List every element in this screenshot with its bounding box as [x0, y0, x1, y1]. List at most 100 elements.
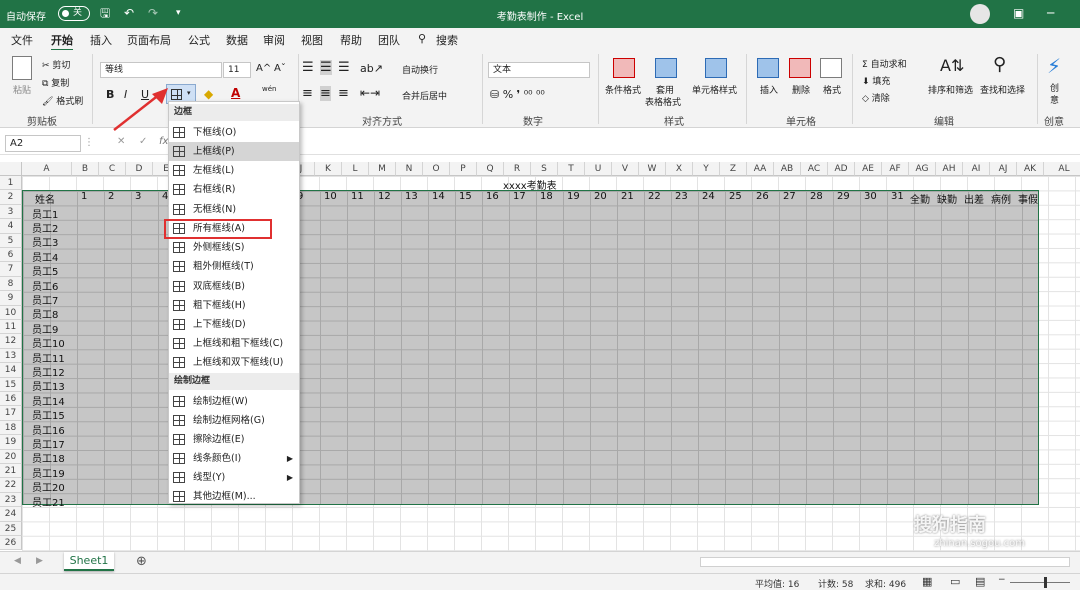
sheet-title[interactable]: xxxx考勤表: [503, 177, 557, 192]
menu-item-line-style[interactable]: 线型(Y) ▶: [169, 468, 299, 487]
day-header[interactable]: 17: [513, 191, 526, 202]
delete-cells-icon[interactable]: [789, 58, 811, 78]
font-size-select[interactable]: 11: [223, 62, 251, 78]
row-header[interactable]: 14: [0, 363, 22, 378]
font-name-select[interactable]: 等线: [100, 62, 222, 78]
font-color-icon[interactable]: A: [231, 86, 240, 100]
zoom-slider[interactable]: [1010, 582, 1070, 583]
summary-header[interactable]: 全勤: [910, 191, 930, 206]
tab-view[interactable]: 视图: [301, 32, 323, 48]
align-bottom-icon[interactable]: ☰: [338, 60, 350, 75]
menu-item-more-borders[interactable]: 其他边框(M)...: [169, 487, 299, 506]
employee-name-cell[interactable]: 员工12: [32, 364, 65, 379]
row-header[interactable]: 15: [0, 377, 22, 392]
day-header[interactable]: 19: [567, 191, 580, 202]
row-header[interactable]: 18: [0, 420, 22, 436]
insert-cells-icon[interactable]: [757, 58, 779, 78]
format-table-icon[interactable]: [655, 58, 677, 78]
day-header[interactable]: 22: [648, 191, 661, 202]
menu-item-no-border[interactable]: 无框线(N): [169, 200, 299, 219]
normal-view-icon[interactable]: ▦: [922, 575, 932, 588]
tab-page-layout[interactable]: 页面布局: [127, 32, 171, 48]
column-header[interactable]: AE: [855, 162, 882, 176]
row-header[interactable]: 9: [0, 291, 22, 306]
find-select-icon[interactable]: ⚲: [993, 54, 1006, 75]
employee-name-cell[interactable]: 员工19: [32, 465, 65, 480]
conditional-format-button[interactable]: 条件格式: [605, 83, 641, 96]
row-header[interactable]: 1: [0, 176, 22, 191]
wrap-text-button[interactable]: 自动换行: [402, 63, 438, 76]
column-header[interactable]: AB: [774, 162, 801, 176]
cancel-icon[interactable]: ✕: [117, 136, 125, 147]
number-format-select[interactable]: 文本: [488, 62, 590, 78]
employee-name-cell[interactable]: 员工14: [32, 393, 65, 408]
currency-icon[interactable]: ⛁ % ❜ ⁰⁰ ⁰⁰: [490, 88, 545, 101]
day-header[interactable]: 28: [810, 191, 823, 202]
column-header[interactable]: C: [99, 162, 126, 176]
column-header[interactable]: AC: [801, 162, 828, 176]
day-header[interactable]: 16: [486, 191, 499, 202]
column-header[interactable]: AK: [1017, 162, 1044, 176]
row-header[interactable]: 25: [0, 521, 22, 536]
autosum-button[interactable]: Σ 自动求和: [862, 57, 907, 70]
column-header[interactable]: B: [72, 162, 99, 176]
employee-name-cell[interactable]: 员工16: [32, 422, 65, 437]
sort-filter-button[interactable]: 排序和筛选: [928, 83, 973, 96]
day-header[interactable]: 10: [324, 191, 337, 202]
employee-name-cell[interactable]: 员工1: [32, 206, 58, 221]
column-header[interactable]: T: [558, 162, 585, 176]
delete-cells-button[interactable]: 删除: [792, 83, 810, 96]
row-header[interactable]: 17: [0, 406, 22, 421]
row-header[interactable]: 4: [0, 219, 22, 234]
align-middle-icon[interactable]: ☰: [320, 60, 332, 75]
paste-icon[interactable]: [12, 56, 32, 80]
day-header[interactable]: 29: [837, 191, 850, 202]
minimize-icon[interactable]: ─: [1047, 6, 1054, 20]
copy-button[interactable]: ⧉ 复制: [42, 76, 69, 89]
column-header[interactable]: N: [396, 162, 423, 176]
tab-data[interactable]: 数据: [226, 32, 248, 48]
row-header[interactable]: 5: [0, 233, 22, 248]
orientation-icon[interactable]: ab↗: [360, 62, 383, 75]
employee-name-cell[interactable]: 员工21: [32, 494, 65, 509]
column-header[interactable]: O: [423, 162, 450, 176]
tab-home[interactable]: 开始: [51, 32, 73, 51]
employee-name-cell[interactable]: 员工10: [32, 335, 65, 350]
merge-center-button[interactable]: 合并后居中: [402, 89, 447, 102]
phonetic-button[interactable]: wén: [262, 85, 276, 93]
day-header[interactable]: 31: [891, 191, 904, 202]
row-header[interactable]: 6: [0, 248, 22, 263]
employee-name-cell[interactable]: 员工11: [32, 350, 65, 365]
day-header[interactable]: 20: [594, 191, 607, 202]
column-header[interactable]: Q: [477, 162, 504, 176]
column-header[interactable]: D: [126, 162, 153, 176]
ribbon-display-icon[interactable]: ▣: [1013, 6, 1024, 20]
column-header[interactable]: AL: [1044, 162, 1080, 176]
insert-cells-button[interactable]: 插入: [760, 83, 778, 96]
column-header[interactable]: Y: [693, 162, 720, 176]
day-header[interactable]: 30: [864, 191, 877, 202]
zoom-out-icon[interactable]: −: [998, 575, 1006, 585]
fill-color-icon[interactable]: ◆: [204, 87, 213, 101]
column-header[interactable]: K: [315, 162, 342, 176]
column-header[interactable]: W: [639, 162, 666, 176]
day-header[interactable]: 23: [675, 191, 688, 202]
day-header[interactable]: 21: [621, 191, 634, 202]
column-header[interactable]: AG: [909, 162, 936, 176]
sheet-tab-sheet1[interactable]: Sheet1: [64, 552, 114, 571]
day-header[interactable]: 3: [135, 191, 141, 202]
summary-header[interactable]: 病例: [991, 191, 1011, 206]
row-header[interactable]: 19: [0, 435, 22, 450]
conditional-format-icon[interactable]: [613, 58, 635, 78]
align-right-icon[interactable]: ≡: [338, 86, 349, 101]
menu-item-left-border[interactable]: 左框线(L): [169, 161, 299, 180]
align-center-icon[interactable]: ≡: [320, 86, 331, 101]
row-header[interactable]: 16: [0, 392, 22, 407]
menu-item-double-bottom-border[interactable]: 双底框线(B): [169, 277, 299, 296]
day-header[interactable]: 2: [108, 191, 114, 202]
tab-help[interactable]: 帮助: [340, 32, 362, 48]
column-header[interactable]: A: [22, 162, 72, 176]
employee-name-cell[interactable]: 员工18: [32, 450, 65, 465]
employee-name-cell[interactable]: 员工13: [32, 378, 65, 393]
indent-icon[interactable]: ⇤⇥: [360, 86, 380, 100]
